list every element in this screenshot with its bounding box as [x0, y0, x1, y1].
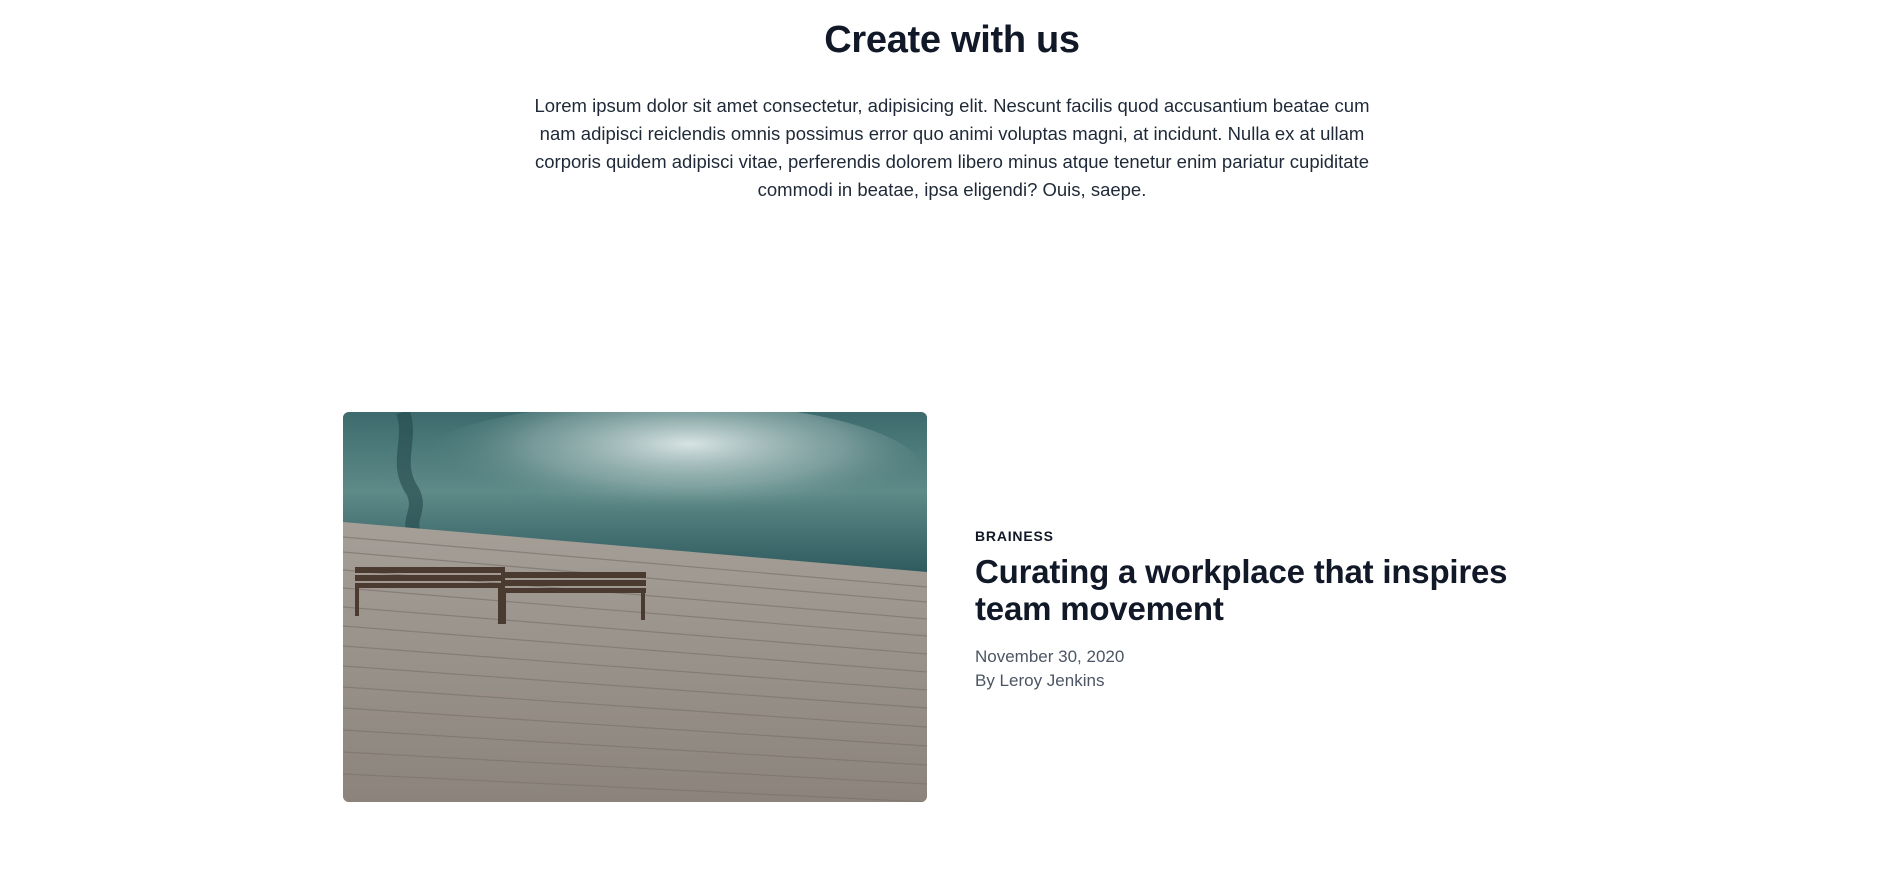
article-body: BRAINESS Curating a workplace that inspi…	[975, 527, 1575, 693]
article-date: November 30, 2020	[975, 647, 1125, 666]
article-category[interactable]: BRAINESS	[975, 527, 1575, 545]
article-author: By Leroy Jenkins	[975, 671, 1105, 690]
boardwalk-photo	[343, 412, 927, 802]
page-title: Create with us	[824, 19, 1080, 61]
article-image[interactable]	[343, 412, 927, 802]
hero-description: Lorem ipsum dolor sit amet consectetur, …	[534, 95, 1370, 200]
article-card[interactable]: BRAINESS Curating a workplace that inspi…	[343, 412, 1561, 802]
article-title[interactable]: Curating a workplace that inspires team …	[975, 553, 1575, 627]
